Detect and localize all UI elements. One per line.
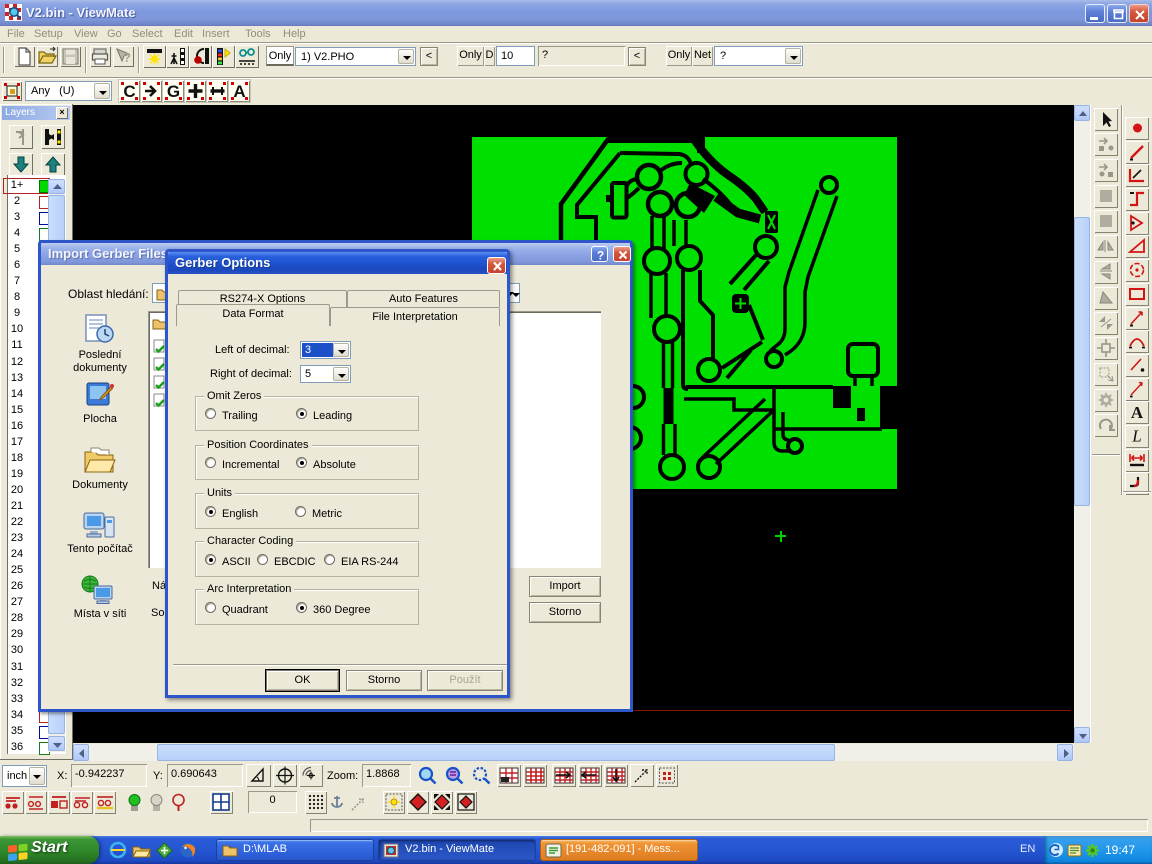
svg-text:A: A	[1131, 403, 1144, 422]
svg-text:G: G	[167, 82, 180, 101]
svg-text:L: L	[1131, 427, 1141, 446]
svg-text:?: ?	[597, 249, 604, 263]
svg-text:A: A	[233, 82, 245, 101]
svg-text:?: ?	[123, 50, 131, 65]
svg-text:C: C	[123, 82, 135, 101]
